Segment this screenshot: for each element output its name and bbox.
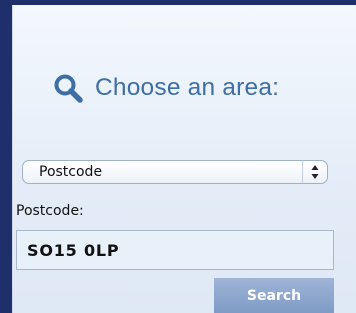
postcode-input[interactable] [16, 230, 334, 270]
area-search-widget: Choose an area: Postcode Postcode: Searc… [0, 0, 356, 313]
search-icon [53, 73, 83, 103]
updown-arrows-icon [302, 161, 327, 183]
area-type-selected-value: Postcode [39, 164, 103, 180]
left-border [0, 0, 12, 313]
search-button[interactable]: Search [214, 278, 334, 313]
panel-title: Choose an area: [95, 74, 280, 101]
area-type-select[interactable]: Postcode [22, 160, 328, 184]
postcode-label: Postcode: [16, 203, 84, 219]
panel-heading: Choose an area: [53, 73, 279, 103]
